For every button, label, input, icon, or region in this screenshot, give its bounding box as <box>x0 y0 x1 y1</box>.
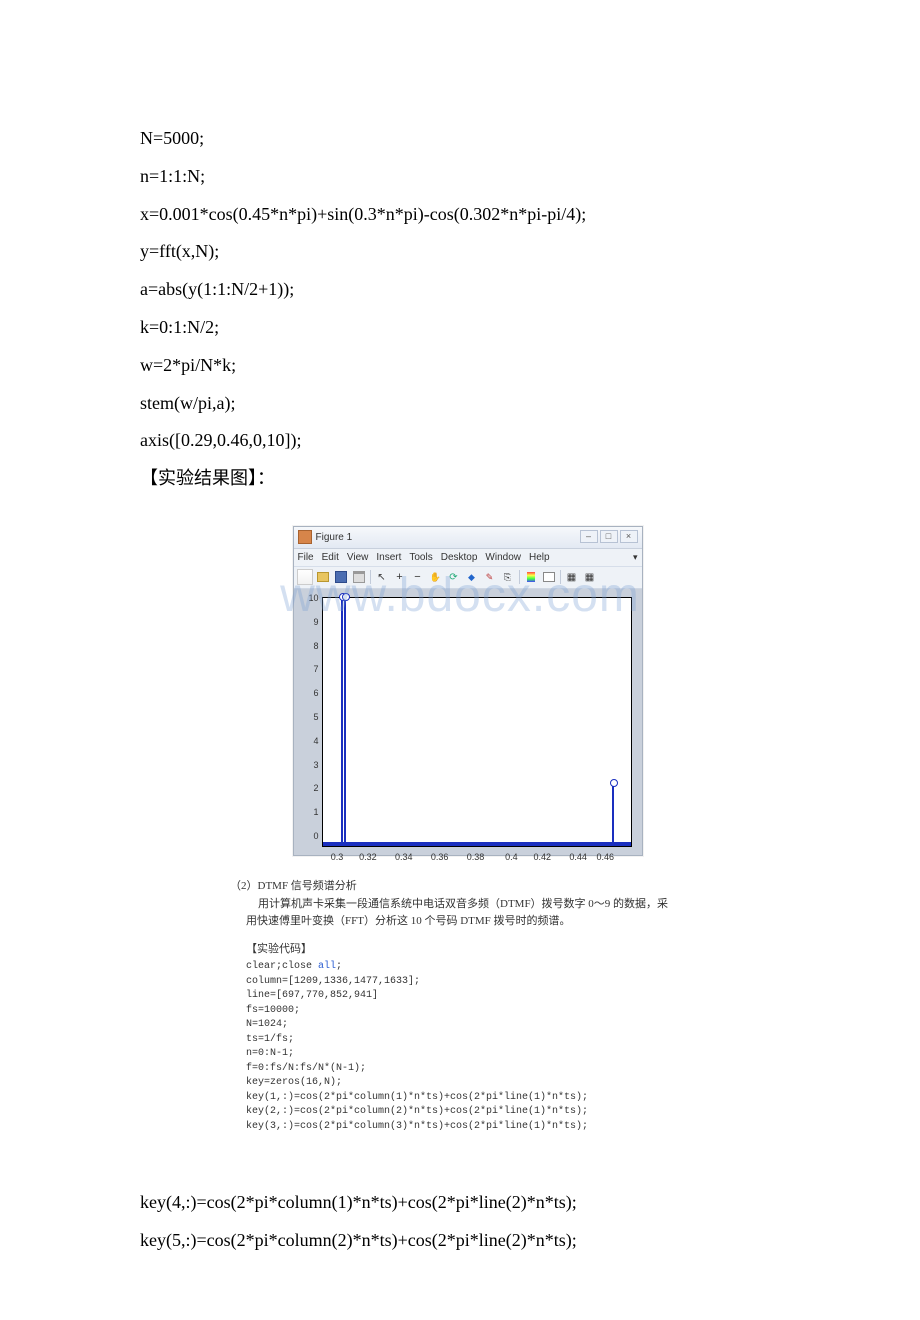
ytick: 6 <box>305 688 319 698</box>
figure-window: Figure 1 – □ × File Edit View Insert Too… <box>293 526 643 856</box>
code-line: n=1:1:N; <box>140 158 795 196</box>
close-button[interactable]: × <box>620 530 638 543</box>
maximize-button[interactable]: □ <box>600 530 618 543</box>
figure-icon <box>298 530 312 544</box>
figure-toolbar <box>294 567 642 589</box>
ytick: 7 <box>305 664 319 674</box>
xtick: 0.4 <box>505 852 518 862</box>
menu-insert[interactable]: Insert <box>376 552 401 563</box>
y-tick-labels: 10 9 8 7 6 5 4 3 2 1 0 <box>305 593 319 841</box>
code-line: k=0:1:N/2; <box>140 309 795 347</box>
ytick: 1 <box>305 807 319 817</box>
code-block-bottom: key(4,:)=cos(2*pi*column(1)*n*ts)+cos(2*… <box>140 1184 795 1260</box>
zoom-in-icon[interactable] <box>392 569 408 585</box>
code-block-top: N=5000; n=1:1:N; x=0.001*cos(0.45*n*pi)+… <box>140 120 795 498</box>
code-line: y=fft(x,N); <box>140 233 795 271</box>
pointer-icon[interactable] <box>374 569 390 585</box>
code-line: w=2*pi/N*k; <box>140 347 795 385</box>
stem-marker <box>341 598 343 846</box>
menu-desktop[interactable]: Desktop <box>441 552 478 563</box>
rotate-icon[interactable] <box>446 569 462 585</box>
toolbar-separator <box>519 570 520 584</box>
code-line: x=0.001*cos(0.45*n*pi)+sin(0.3*n*pi)-cos… <box>140 196 795 234</box>
xtick: 0.3 <box>331 852 344 862</box>
code-line: axis([0.29,0.46,0,10]); <box>140 422 795 460</box>
figure-menubar: File Edit View Insert Tools Desktop Wind… <box>294 549 642 567</box>
xtick: 0.42 <box>533 852 551 862</box>
menu-edit[interactable]: Edit <box>322 552 339 563</box>
x-tick-labels: 0.3 0.32 0.34 0.36 0.38 0.4 0.42 0.44 0.… <box>322 852 632 862</box>
menu-overflow-icon[interactable]: ▾ <box>633 552 638 563</box>
xtick: 0.38 <box>467 852 485 862</box>
code-line: N=5000; <box>140 120 795 158</box>
result-label: 【实验结果图】： <box>140 460 795 498</box>
axes[interactable]: 10 9 8 7 6 5 4 3 2 1 0 <box>322 597 632 847</box>
code-line: key(4,:)=cos(2*pi*column(1)*n*ts)+cos(2*… <box>140 1184 795 1222</box>
menu-file[interactable]: File <box>298 552 314 563</box>
x-axis-baseline <box>323 842 631 846</box>
toolbar-separator <box>370 570 371 584</box>
data-cursor-icon[interactable] <box>464 569 480 585</box>
menu-tools[interactable]: Tools <box>409 552 432 563</box>
section-dtmf: （2）DTMF 信号频谱分析 用计算机声卡采集一段通信系统中电话双音多频（DTM… <box>230 878 795 1134</box>
ytick: 3 <box>305 760 319 770</box>
ytick: 10 <box>305 593 319 603</box>
xtick: 0.36 <box>431 852 449 862</box>
save-icon[interactable] <box>333 569 349 585</box>
minimize-button[interactable]: – <box>580 530 598 543</box>
section-body: 用快速傅里叶变换（FFT）分析这 10 个号码 DTMF 拨号时的频谱。 <box>246 913 795 931</box>
xtick: 0.34 <box>395 852 413 862</box>
brush-icon[interactable] <box>482 569 498 585</box>
legend-icon[interactable] <box>541 569 557 585</box>
ytick: 2 <box>305 783 319 793</box>
stem-marker <box>344 598 346 846</box>
open-icon[interactable] <box>315 569 331 585</box>
code-line: stem(w/pi,a); <box>140 385 795 423</box>
code-block-mono: clear;close all;column=[1209,1336,1477,1… <box>246 960 795 1134</box>
stem-marker <box>612 784 614 846</box>
menu-help[interactable]: Help <box>529 552 550 563</box>
new-figure-icon[interactable] <box>297 569 313 585</box>
code-line: a=abs(y(1:1:N/2+1)); <box>140 271 795 309</box>
link-icon[interactable] <box>500 569 516 585</box>
xtick: 0.32 <box>359 852 377 862</box>
section-subheading: 【实验代码】 <box>246 941 795 959</box>
menu-view[interactable]: View <box>347 552 369 563</box>
ytick: 9 <box>305 617 319 627</box>
window-controls: – □ × <box>580 530 638 543</box>
ytick: 0 <box>305 831 319 841</box>
ytick: 5 <box>305 712 319 722</box>
section-body: 用计算机声卡采集一段通信系统中电话双音多频（DTMF）拨号数字 0～9 的数据，… <box>258 896 795 914</box>
xtick: 0.46 <box>596 852 614 862</box>
axes-layout-icon[interactable] <box>564 569 580 585</box>
zoom-out-icon[interactable] <box>410 569 426 585</box>
colorbar-icon[interactable] <box>523 569 539 585</box>
figure-titlebar[interactable]: Figure 1 – □ × <box>294 527 642 549</box>
print-icon[interactable] <box>351 569 367 585</box>
pan-icon[interactable] <box>428 569 444 585</box>
plot-tools-icon[interactable] <box>582 569 598 585</box>
xtick: 0.44 <box>569 852 587 862</box>
figure-title: Figure 1 <box>316 532 353 543</box>
ytick: 4 <box>305 736 319 746</box>
plot-area: 10 9 8 7 6 5 4 3 2 1 0 <box>294 589 642 855</box>
ytick: 8 <box>305 641 319 651</box>
code-line: key(5,:)=cos(2*pi*column(2)*n*ts)+cos(2*… <box>140 1222 795 1260</box>
toolbar-separator <box>560 570 561 584</box>
menu-window[interactable]: Window <box>485 552 521 563</box>
section-heading: （2）DTMF 信号频谱分析 <box>230 878 795 896</box>
